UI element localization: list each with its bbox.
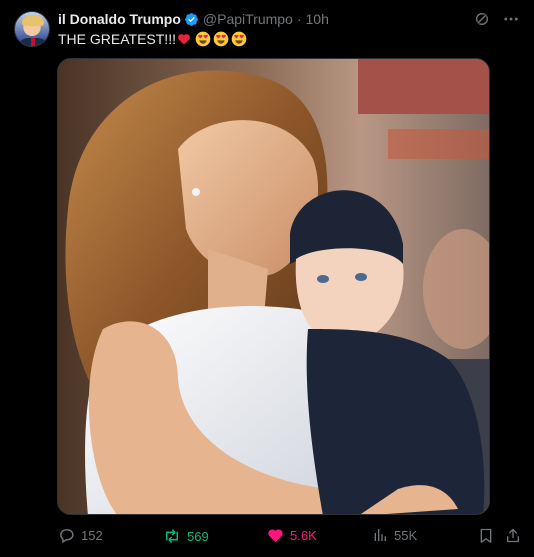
tweet-photo[interactable]	[57, 58, 490, 515]
like-button[interactable]: 5.6K	[267, 527, 317, 544]
red-heart-emoji-icon	[178, 34, 190, 45]
share-icon	[507, 528, 519, 543]
tweet-top-actions	[474, 10, 520, 28]
heart-eyes-emoji-icon	[231, 31, 247, 47]
grok-icon[interactable]	[474, 11, 490, 27]
photo-illustration	[58, 59, 489, 514]
heart-icon	[268, 529, 283, 543]
repost-icon	[166, 529, 178, 543]
reply-icon	[60, 529, 74, 544]
more-options-icon[interactable]	[502, 10, 520, 28]
bookmark-button[interactable]	[478, 527, 500, 544]
separator-dot: ·	[296, 11, 302, 27]
tweet-text: THE GREATEST!!!	[58, 31, 247, 47]
heart-eyes-emoji-icon	[195, 31, 211, 47]
reply-count: 152	[81, 528, 103, 543]
reply-button[interactable]: 152	[58, 527, 103, 544]
share-button[interactable]	[505, 527, 527, 544]
author-avatar[interactable]	[14, 11, 50, 47]
author-name[interactable]: il Donaldo Trumpo	[58, 11, 181, 27]
like-count: 5.6K	[290, 528, 317, 543]
heart-eyes-emoji-icon	[213, 31, 229, 47]
tweet[interactable]: il Donaldo Trumpo @PapiTrumpo · 10h THE …	[0, 0, 534, 557]
tweet-timestamp[interactable]: 10h	[306, 11, 329, 27]
verified-badge-icon	[184, 12, 198, 26]
views-chart-icon	[374, 529, 386, 541]
repost-count: 569	[187, 528, 209, 544]
views-count: 55K	[394, 527, 418, 543]
author-handle[interactable]: @PapiTrumpo	[203, 11, 293, 27]
repost-button[interactable]: 569	[163, 527, 209, 545]
tweet-actions-bar: 152 569 5.6K 55K	[0, 527, 534, 547]
tweet-emojis	[177, 31, 247, 47]
avatar-tie	[31, 38, 35, 46]
bookmark-icon	[480, 528, 492, 543]
avatar-hair	[22, 16, 44, 26]
tweet-header: il Donaldo Trumpo @PapiTrumpo · 10h	[58, 10, 329, 28]
tweet-text-content: THE GREATEST!!!	[58, 31, 176, 47]
views-button[interactable]: 55K	[372, 527, 417, 543]
